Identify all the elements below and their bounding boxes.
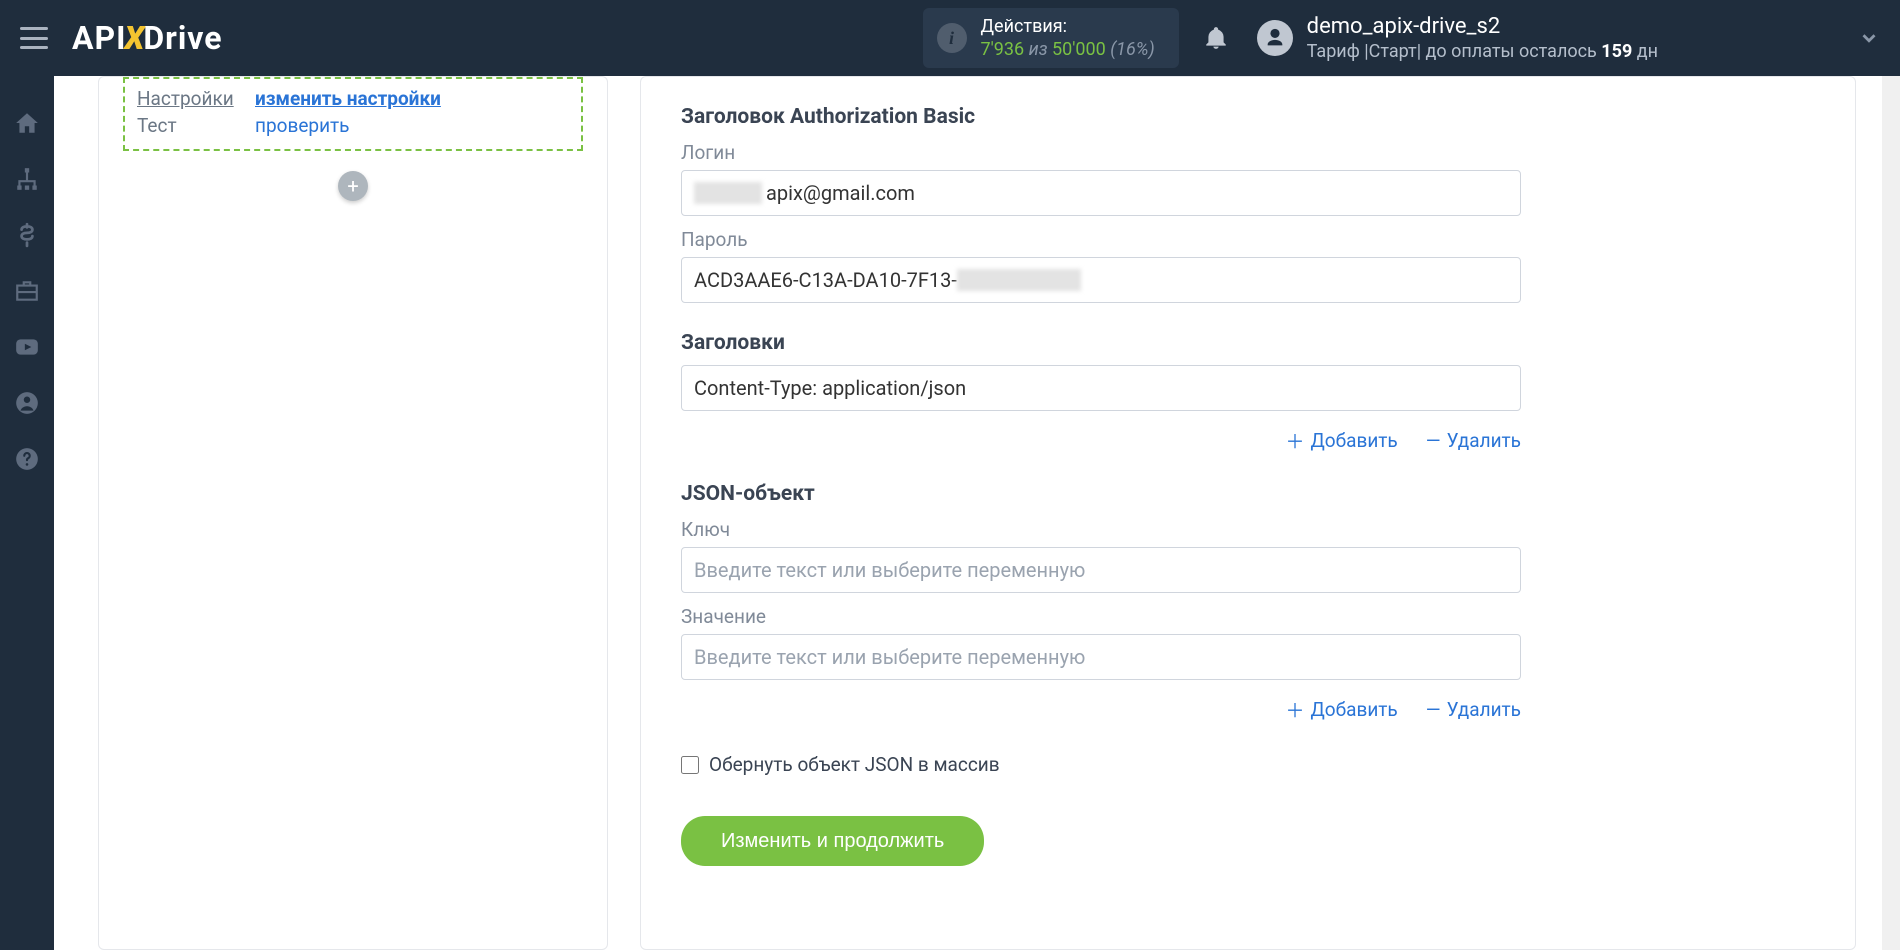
- headers-delete-button[interactable]: —Удалить: [1426, 427, 1521, 454]
- chevron-down-icon[interactable]: [1858, 27, 1880, 49]
- home-icon[interactable]: [14, 110, 40, 136]
- connections-icon[interactable]: [14, 166, 40, 192]
- left-sidebar: [0, 76, 54, 950]
- user-tariff: Тариф |Старт| до оплаты осталось 159 дн: [1307, 41, 1658, 64]
- notifications-bell-icon[interactable]: [1203, 25, 1229, 51]
- submit-button[interactable]: Изменить и продолжить: [681, 816, 984, 866]
- youtube-icon[interactable]: [14, 334, 40, 360]
- minus-icon: —: [1426, 698, 1441, 721]
- step-box: Настройки изменить настройки Тест провер…: [123, 77, 583, 151]
- password-input[interactable]: ACD3AAE6-C13A-DA10-7F13-: [681, 257, 1521, 303]
- user-name: demo_apix-drive_s2: [1307, 13, 1658, 41]
- actions-usage: 7'936 из 50'000 (16%): [981, 39, 1155, 60]
- headers-input[interactable]: Content-Type: application/json: [681, 365, 1521, 411]
- test-label: Тест: [137, 114, 255, 137]
- json-key-input[interactable]: Введите текст или выберите переменную: [681, 547, 1521, 593]
- account-icon[interactable]: [14, 390, 40, 416]
- login-label: Логин: [681, 141, 1815, 164]
- change-settings-link[interactable]: изменить настройки: [255, 87, 441, 110]
- user-avatar-icon[interactable]: [1257, 20, 1293, 56]
- settings-label: Настройки: [137, 87, 255, 110]
- right-panel: Заголовок Authorization Basic Логин apix…: [640, 76, 1856, 950]
- app-header: APIXDrive i Действия: 7'936 из 50'000 (1…: [0, 0, 1900, 76]
- wrap-json-array-input[interactable]: [681, 756, 699, 774]
- key-label: Ключ: [681, 518, 1815, 541]
- wrap-json-array-label: Обернуть объект JSON в массив: [709, 753, 1000, 776]
- logo[interactable]: APIXDrive: [72, 19, 223, 57]
- headers-heading: Заголовки: [681, 331, 1815, 355]
- json-delete-button[interactable]: —Удалить: [1426, 696, 1521, 723]
- add-step-button[interactable]: +: [338, 171, 368, 201]
- wrap-json-array-checkbox[interactable]: Обернуть объект JSON в массив: [681, 753, 1815, 776]
- billing-icon[interactable]: [14, 222, 40, 248]
- info-icon: i: [937, 23, 967, 53]
- minus-icon: —: [1426, 429, 1441, 452]
- logo-x-icon: X: [124, 19, 145, 57]
- login-input[interactable]: apix@gmail.com: [681, 170, 1521, 216]
- briefcase-icon[interactable]: [14, 278, 40, 304]
- json-object-heading: JSON-объект: [681, 482, 1815, 506]
- value-label: Значение: [681, 605, 1815, 628]
- headers-add-button[interactable]: ＋Добавить: [1285, 427, 1397, 454]
- plus-icon: ＋: [1285, 696, 1304, 723]
- logo-text-api: API: [72, 19, 126, 57]
- test-link[interactable]: проверить: [255, 114, 350, 137]
- actions-counter[interactable]: i Действия: 7'936 из 50'000 (16%): [923, 8, 1179, 68]
- user-block[interactable]: demo_apix-drive_s2 Тариф |Старт| до опла…: [1307, 13, 1658, 63]
- left-panel: Настройки изменить настройки Тест провер…: [98, 76, 608, 950]
- help-icon[interactable]: [14, 446, 40, 472]
- actions-label: Действия:: [981, 16, 1155, 39]
- password-label: Пароль: [681, 228, 1815, 251]
- json-value-input[interactable]: Введите текст или выберите переменную: [681, 634, 1521, 680]
- auth-basic-heading: Заголовок Authorization Basic: [681, 105, 1815, 129]
- logo-text-drive: Drive: [143, 19, 222, 57]
- plus-icon: ＋: [1285, 427, 1304, 454]
- main-content: Настройки изменить настройки Тест провер…: [54, 76, 1900, 950]
- json-add-button[interactable]: ＋Добавить: [1285, 696, 1397, 723]
- scrollbar-track[interactable]: [1882, 76, 1900, 950]
- hamburger-menu-icon[interactable]: [20, 27, 48, 49]
